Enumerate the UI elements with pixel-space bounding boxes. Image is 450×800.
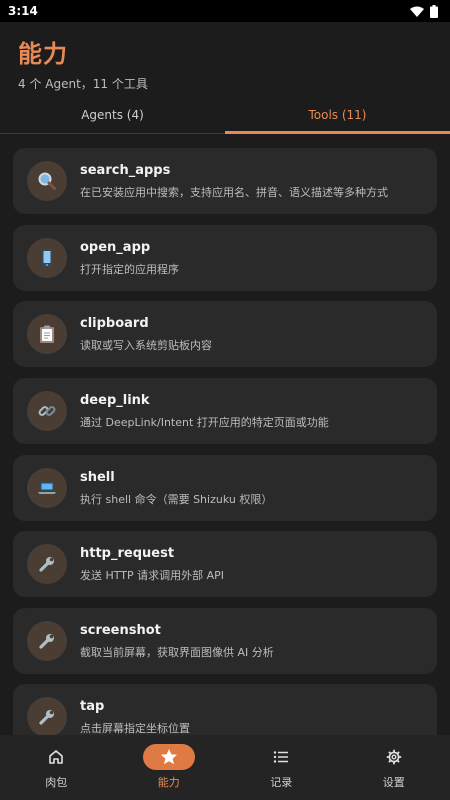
header: 能力 4 个 Agent，11 个工具 <box>18 34 148 92</box>
mobile-phone-icon <box>27 238 67 278</box>
status-time: 3:14 <box>8 4 38 18</box>
tool-card-tap[interactable]: tap 点击屏幕指定坐标位置 <box>13 684 437 735</box>
tool-name: deep_link <box>80 392 150 408</box>
tool-card-http-request[interactable]: http_request 发送 HTTP 请求调用外部 API <box>13 531 437 597</box>
tool-description: 在已安装应用中搜索，支持应用名、拼音、语义描述等多种方式 <box>80 185 388 199</box>
tool-name: tap <box>80 698 105 714</box>
tool-card-screenshot[interactable]: screenshot 截取当前屏幕，获取界面图像供 AI 分析 <box>13 608 437 674</box>
nav-item-history[interactable]: 记录 <box>225 735 338 800</box>
nav-item-capabilities[interactable]: 能力 <box>113 735 226 800</box>
tool-description: 点击屏幕指定坐标位置 <box>80 721 190 735</box>
list-icon <box>274 751 289 763</box>
nav-item-settings[interactable]: 设置 <box>338 735 450 800</box>
wrench-icon <box>27 697 67 735</box>
nav-label: 设置 <box>382 776 405 789</box>
tool-description: 通过 DeepLink/Intent 打开应用的特定页面或功能 <box>80 415 329 429</box>
laptop-icon <box>27 468 67 508</box>
tab-agents[interactable]: Agents (4) <box>0 96 225 133</box>
tool-description: 截取当前屏幕，获取界面图像供 AI 分析 <box>80 645 274 659</box>
link-icon <box>27 391 67 431</box>
page-title: 能力 <box>18 40 68 68</box>
nav-label: 肉包 <box>45 776 68 789</box>
bottom-nav: 肉包 能力 记录 设置 <box>0 735 450 800</box>
wifi-icon <box>410 6 424 17</box>
home-icon <box>49 750 64 764</box>
tool-name: open_app <box>80 239 151 255</box>
tool-description: 打开指定的应用程序 <box>80 262 179 276</box>
tab-tools[interactable]: Tools (11) <box>225 96 450 134</box>
wrench-icon <box>27 544 67 584</box>
tool-description: 读取或写入系统剪贴板内容 <box>80 338 212 352</box>
wrench-icon <box>27 621 67 661</box>
nav-label: 能力 <box>157 776 180 789</box>
tool-list[interactable]: search_apps 在已安装应用中搜索，支持应用名、拼音、语义描述等多种方式… <box>0 135 450 735</box>
tool-name: screenshot <box>80 622 161 638</box>
nav-item-roubao[interactable]: 肉包 <box>0 735 113 800</box>
clipboard-icon <box>27 314 67 354</box>
tool-name: search_apps <box>80 162 171 178</box>
gear-icon <box>386 749 401 765</box>
tool-card-clipboard[interactable]: clipboard 读取或写入系统剪贴板内容 <box>13 301 437 367</box>
tool-description: 执行 shell 命令（需要 Shizuku 权限） <box>80 492 273 506</box>
tool-name: clipboard <box>80 315 149 331</box>
tool-card-deep-link[interactable]: deep_link 通过 DeepLink/Intent 打开应用的特定页面或功… <box>13 378 437 444</box>
nav-label: 记录 <box>270 776 293 789</box>
tool-card-search-apps[interactable]: search_apps 在已安装应用中搜索，支持应用名、拼音、语义描述等多种方式 <box>13 148 437 214</box>
magnifier-icon <box>27 161 67 201</box>
status-bar: 3:14 <box>0 0 450 22</box>
tool-description: 发送 HTTP 请求调用外部 API <box>80 568 225 582</box>
page-subtitle: 4 个 Agent，11 个工具 <box>18 77 148 91</box>
status-icons <box>410 4 438 18</box>
tool-name: shell <box>80 469 115 485</box>
tool-card-open-app[interactable]: open_app 打开指定的应用程序 <box>13 225 437 291</box>
star-icon <box>160 749 177 765</box>
battery-icon <box>430 4 438 18</box>
tool-card-shell[interactable]: shell 执行 shell 命令（需要 Shizuku 权限） <box>13 455 437 521</box>
tool-name: http_request <box>80 545 175 561</box>
tab-bar: Agents (4) Tools (11) <box>0 96 450 134</box>
